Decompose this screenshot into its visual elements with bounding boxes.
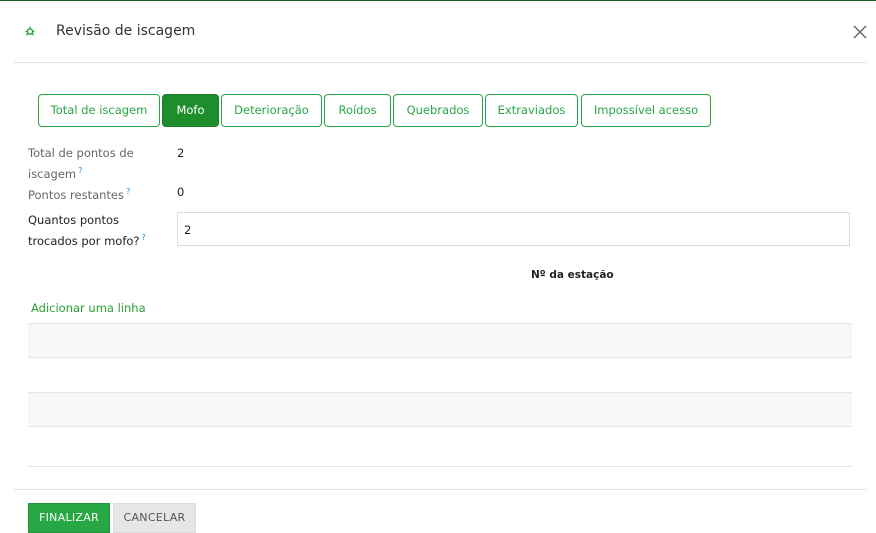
total-pontos-value: 2 — [177, 146, 185, 160]
top-border — [0, 0, 876, 1]
help-icon[interactable]: ? — [78, 166, 82, 175]
tab-quebrados[interactable]: Quebrados — [393, 94, 483, 127]
cancel-button[interactable]: CANCELAR — [113, 503, 196, 533]
help-icon[interactable]: ? — [126, 187, 130, 196]
tab-impossivel-acesso[interactable]: Impossível acesso — [581, 94, 711, 127]
header-divider — [14, 62, 867, 63]
table-row — [28, 393, 852, 426]
quantos-pontos-label: Quantos pontos trocados por mofo?? — [28, 213, 146, 248]
finalize-button[interactable]: FINALIZAR — [28, 503, 110, 533]
footer-divider — [14, 489, 867, 490]
quantos-pontos-input[interactable]: 2 — [177, 212, 850, 246]
tab-mofo[interactable]: Mofo — [162, 94, 219, 127]
total-pontos-label: Total de pontos de iscagem? — [28, 146, 134, 181]
tab-deterioracao[interactable]: Deterioração — [221, 94, 322, 127]
close-icon[interactable] — [852, 24, 868, 40]
pontos-restantes-label: Pontos restantes? — [28, 187, 131, 202]
bug-icon — [25, 26, 35, 36]
table-row — [28, 324, 852, 357]
table-row — [28, 358, 852, 392]
add-line-link[interactable]: Adicionar uma linha — [31, 300, 146, 316]
tab-extraviados[interactable]: Extraviados — [485, 94, 578, 127]
column-header-estacao: Nº da estação — [531, 269, 614, 281]
dialog-title: Revisão de iscagem — [56, 23, 196, 39]
help-icon[interactable]: ? — [142, 233, 146, 242]
tab-roidos[interactable]: Roídos — [324, 94, 391, 127]
table-divider — [28, 466, 852, 467]
tab-total-de-iscagem[interactable]: Total de iscagem — [38, 94, 160, 127]
pontos-restantes-value: 0 — [177, 185, 185, 199]
table-row — [28, 427, 852, 466]
